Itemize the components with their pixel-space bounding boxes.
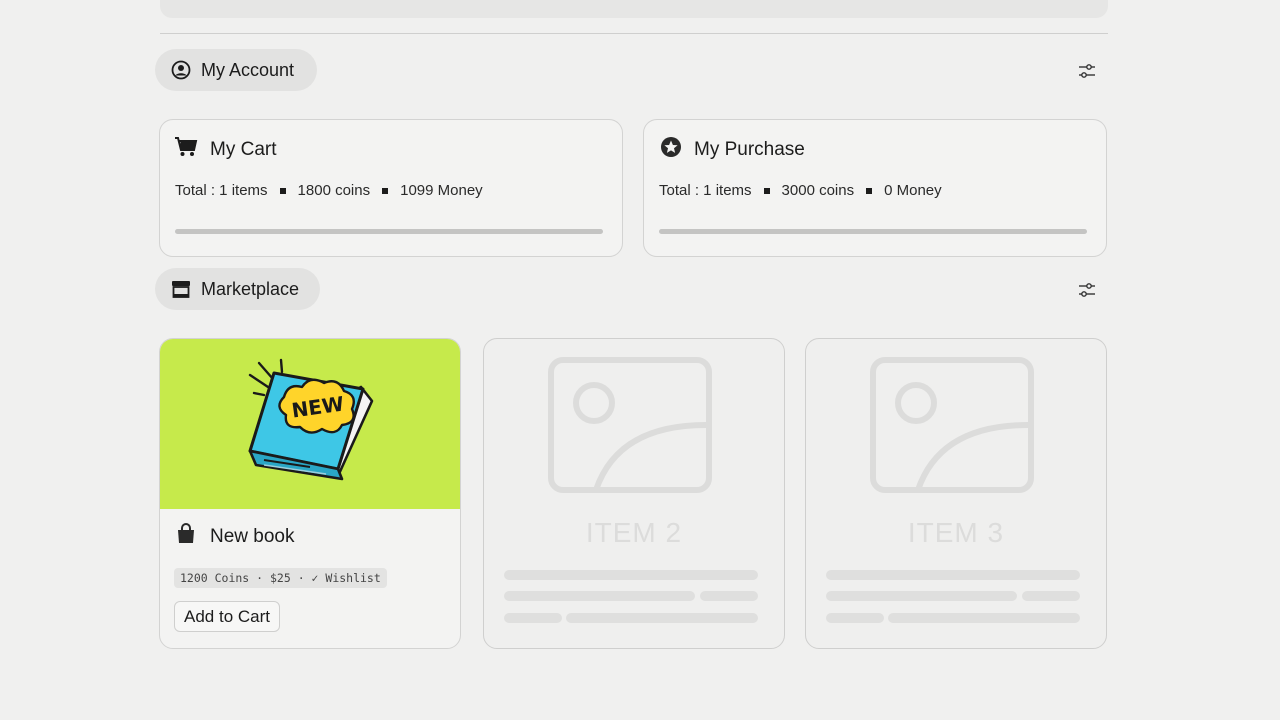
product-card-placeholder[interactable]: ITEM 3: [805, 338, 1107, 649]
product-name: New book: [210, 526, 295, 547]
marketplace-tab[interactable]: Marketplace: [155, 268, 320, 310]
purchase-coins: 3000 coins: [781, 182, 855, 199]
image-placeholder-icon: [548, 357, 712, 493]
my-purchase-card[interactable]: My Purchase Total : 1 items 3000 coins 0…: [643, 119, 1107, 257]
sliders-icon: [1079, 64, 1095, 78]
skeleton-line: [504, 570, 758, 580]
section-divider: [160, 33, 1108, 34]
product-meta-tag: 1200 Coins · $25 · ✓ Wishlist: [174, 568, 387, 588]
sliders-icon: [1079, 283, 1095, 297]
skeleton-line: [700, 591, 758, 601]
skeleton-line: [504, 591, 695, 601]
separator-dot: [382, 187, 389, 194]
my-cart-title: My Cart: [210, 139, 277, 160]
separator-dot: [763, 187, 770, 194]
shopping-bag-icon: [176, 523, 196, 551]
skeleton-line: [1022, 591, 1080, 601]
purchase-progress-bar: [659, 229, 1087, 234]
previous-section-stub: [160, 0, 1108, 18]
separator-dot: [866, 187, 873, 194]
cart-coins: 1800 coins: [297, 182, 371, 199]
product-card-placeholder[interactable]: ITEM 2: [483, 338, 785, 649]
account-filter-button[interactable]: [1075, 59, 1099, 83]
my-account-label: My Account: [201, 59, 295, 80]
my-account-tab[interactable]: My Account: [155, 49, 317, 91]
marketplace-filter-button[interactable]: [1075, 278, 1099, 302]
skeleton-line: [504, 613, 562, 623]
marketplace-label: Marketplace: [201, 278, 300, 299]
purchase-total: Total : 1 items: [659, 182, 752, 199]
purchase-money: 0 Money: [884, 182, 942, 199]
skeleton-line: [826, 591, 1017, 601]
skeleton-line: [566, 613, 758, 623]
cart-progress-bar: [175, 229, 603, 234]
store-icon: [171, 279, 191, 299]
separator-dot: [279, 187, 286, 194]
my-cart-card[interactable]: My Cart Total : 1 items 1800 coins 1099 …: [159, 119, 623, 257]
skeleton-line: [888, 613, 1080, 623]
skeleton-line: [826, 570, 1080, 580]
product-card-new-book[interactable]: NEW New book 1200 Coins · $25 · ✓ Wishli…: [159, 338, 461, 649]
product-image: NEW: [160, 339, 460, 509]
my-purchase-title: My Purchase: [694, 139, 805, 160]
cart-total: Total : 1 items: [175, 182, 268, 199]
placeholder-label: ITEM 3: [907, 517, 1005, 548]
cart-money: 1099 Money: [400, 182, 483, 199]
cart-icon: [174, 136, 198, 164]
user-circle-icon: [171, 60, 191, 80]
image-placeholder-icon: [870, 357, 1034, 493]
skeleton-line: [826, 613, 884, 623]
add-to-cart-button[interactable]: Add to Cart: [174, 601, 280, 632]
placeholder-label: ITEM 2: [585, 517, 683, 548]
star-badge-icon: [660, 136, 682, 164]
